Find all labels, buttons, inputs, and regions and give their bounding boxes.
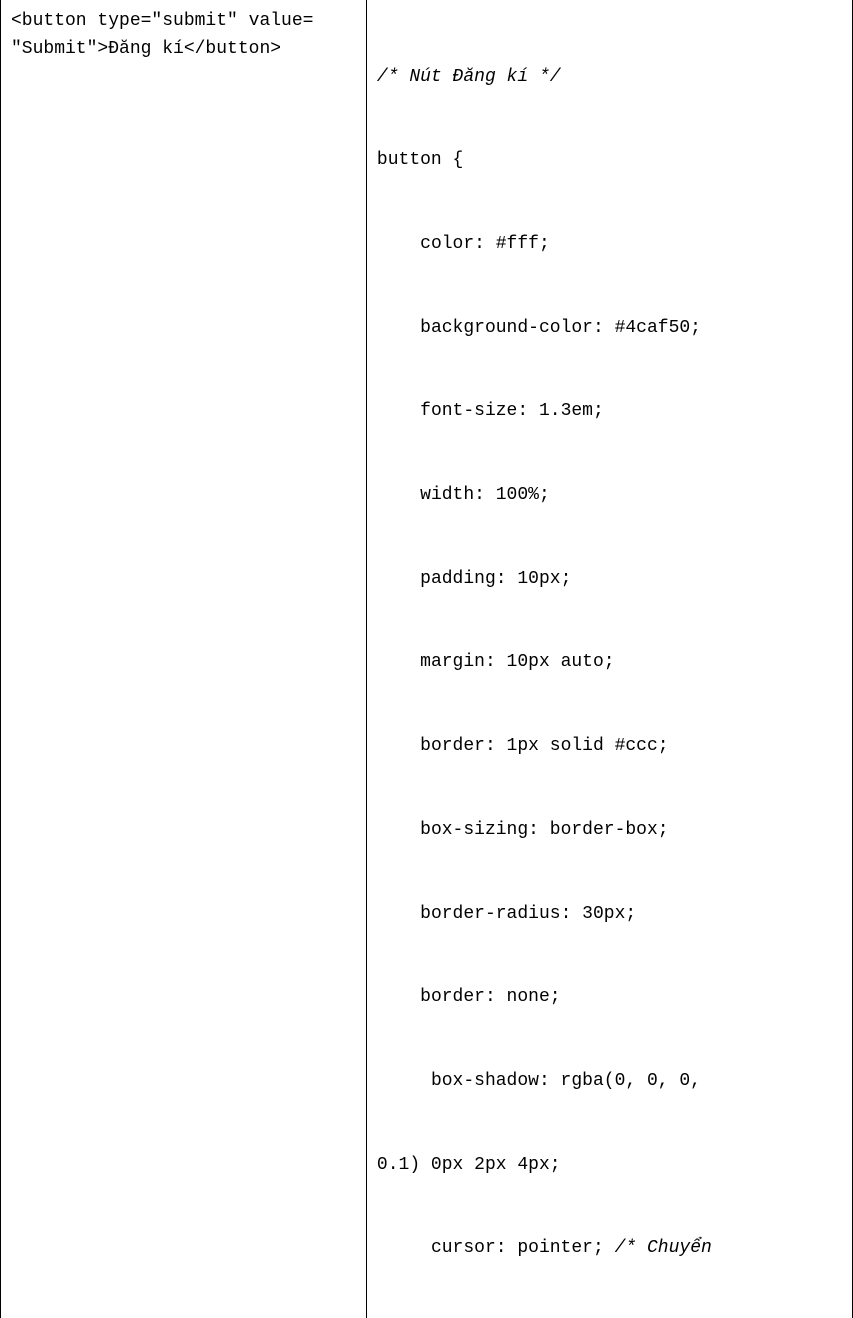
css-prop-cursor-1: cursor: pointer; /* Chuyển bbox=[377, 1235, 842, 1263]
css-prop-shadow-2: 0.1) 0px 2px 4px; bbox=[377, 1152, 842, 1180]
css-code-column: /* Nút Đăng kí */ button { color: #fff; … bbox=[367, 0, 852, 1318]
code-table: <button type="submit" value= "Submit">Đă… bbox=[0, 0, 853, 1318]
css-prop-border2: border: none; bbox=[377, 984, 842, 1012]
html-code-line-1: <button type="submit" value= bbox=[11, 8, 356, 36]
css-prop-border1: border: 1px solid #ccc; bbox=[377, 733, 842, 761]
html-code-column: <button type="submit" value= "Submit">Đă… bbox=[1, 0, 367, 1318]
css-prop-fontsize: font-size: 1.3em; bbox=[377, 398, 842, 426]
html-code-line-2: "Submit">Đăng kí</button> bbox=[11, 36, 356, 64]
css-prop-padding: padding: 10px; bbox=[377, 566, 842, 594]
css-comment-header: /* Nút Đăng kí */ bbox=[377, 64, 842, 92]
css-prop-boxsizing: box-sizing: border-box; bbox=[377, 817, 842, 845]
css-prop-bg: background-color: #4caf50; bbox=[377, 315, 842, 343]
css-prop-shadow-1: box-shadow: rgba(0, 0, 0, bbox=[377, 1068, 842, 1096]
css-prop-radius: border-radius: 30px; bbox=[377, 901, 842, 929]
css-selector-button: button { bbox=[377, 147, 842, 175]
css-prop-width: width: 100%; bbox=[377, 482, 842, 510]
css-prop-margin: margin: 10px auto; bbox=[377, 649, 842, 677]
css-prop-color: color: #fff; bbox=[377, 231, 842, 259]
